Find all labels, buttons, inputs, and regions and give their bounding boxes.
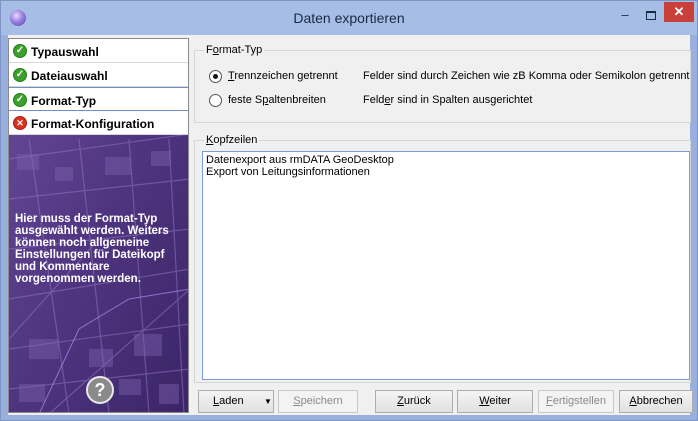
speichern-button[interactable]: Speichern xyxy=(278,390,358,413)
help-text: Hier muss der Format-Typ ausgewählt werd… xyxy=(15,213,169,285)
window-title: Daten exportieren xyxy=(293,10,405,26)
format-typ-group: Format-Typ Trennzeichen getrennt Felder … xyxy=(194,44,691,123)
step-label: Format-Typ xyxy=(31,94,97,108)
minimize-button[interactable]: – xyxy=(612,7,638,25)
radio-row-trennzeichen[interactable]: Trennzeichen getrennt Felder sind durch … xyxy=(209,70,690,84)
step-format-konfiguration[interactable]: ✕ Format-Konfiguration xyxy=(9,111,188,135)
radio-row-feste-spaltenbreiten[interactable]: feste Spaltenbreiten Felder sind in Spal… xyxy=(209,94,689,108)
kopfzeilen-textarea[interactable]: Datenexport aus rmDATA GeoDesktop Export… xyxy=(202,151,690,380)
step-format-typ[interactable]: ✓ Format-Typ xyxy=(9,87,188,111)
laden-dropdown-button[interactable]: Laden ▼ xyxy=(198,390,274,413)
radio-label-feste-spaltenbreiten[interactable]: feste Spaltenbreiten xyxy=(228,94,326,106)
check-icon: ✓ xyxy=(13,44,27,58)
kopfzeilen-line: Datenexport aus rmDATA GeoDesktop xyxy=(206,154,394,166)
radio-desc-feste-spaltenbreiten: Felder sind in Spalten ausgerichtet xyxy=(363,94,533,106)
help-button[interactable]: ? xyxy=(86,376,114,404)
dropdown-arrow-icon: ▼ xyxy=(264,397,272,406)
radio-feste-spaltenbreiten[interactable] xyxy=(209,94,222,107)
format-typ-title: Format-Typ xyxy=(204,44,265,56)
wizard-step-list: ✓ Typauswahl ✓ Dateiauswahl ✓ Format-Typ… xyxy=(9,39,188,135)
maximize-button[interactable] xyxy=(638,7,664,25)
kopfzeilen-line: Export von Leitungsinformationen xyxy=(206,166,370,178)
kopfzeilen-group: Kopfzeilen Datenexport aus rmDATA GeoDes… xyxy=(194,134,691,383)
close-button[interactable]: ✕ xyxy=(664,2,694,22)
maximize-icon xyxy=(646,11,656,20)
title-bar[interactable]: Daten exportieren – ✕ xyxy=(1,1,697,35)
zurueck-button[interactable]: Zurück xyxy=(375,390,453,413)
step-label: Format-Konfiguration xyxy=(31,117,155,131)
abbrechen-button[interactable]: Abbrechen xyxy=(619,390,693,413)
step-label: Typauswahl xyxy=(31,45,99,59)
radio-desc-trennzeichen: Felder sind durch Zeichen wie zB Komma o… xyxy=(363,70,690,82)
wizard-sidebar: ✓ Typauswahl ✓ Dateiauswahl ✓ Format-Typ… xyxy=(8,38,189,413)
step-dateiauswahl[interactable]: ✓ Dateiauswahl xyxy=(9,63,188,87)
fertigstellen-button[interactable]: Fertigstellen xyxy=(538,390,614,413)
kopfzeilen-title: Kopfzeilen xyxy=(204,134,260,146)
step-typauswahl[interactable]: ✓ Typauswahl xyxy=(9,39,188,63)
error-icon: ✕ xyxy=(13,116,27,130)
check-icon: ✓ xyxy=(13,93,27,107)
dialog-window: Daten exportieren – ✕ ✓ Typauswahl ✓ Dat… xyxy=(0,0,698,421)
step-label: Dateiauswahl xyxy=(31,69,108,83)
radio-trennzeichen[interactable] xyxy=(209,70,222,83)
weiter-button[interactable]: Weiter xyxy=(457,390,533,413)
radio-label-trennzeichen[interactable]: Trennzeichen getrennt xyxy=(228,70,338,82)
check-icon: ✓ xyxy=(13,68,27,82)
